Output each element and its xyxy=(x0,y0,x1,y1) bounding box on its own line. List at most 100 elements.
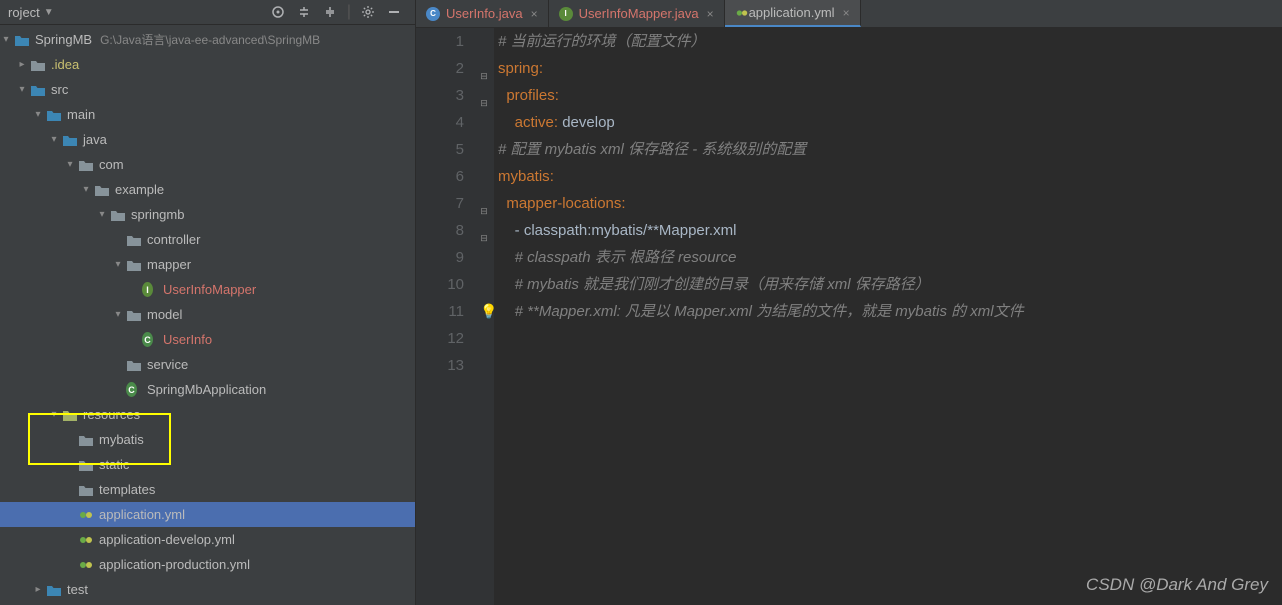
expand-arrow-icon[interactable]: ▾ xyxy=(80,184,92,195)
code-line[interactable]: spring: xyxy=(498,55,1282,82)
tree-label: mapper xyxy=(147,257,191,272)
tab-label: UserInfoMapper.java xyxy=(579,6,699,21)
file-icon xyxy=(126,357,142,373)
tree-row[interactable]: application-production.yml xyxy=(0,552,415,577)
expand-icon[interactable] xyxy=(297,5,311,19)
tree-row[interactable]: ▾com xyxy=(0,152,415,177)
tree-row[interactable]: ▾ springmb xyxy=(0,202,415,227)
tree-row[interactable]: templates xyxy=(0,477,415,502)
expand-arrow-icon[interactable]: ▾ xyxy=(64,159,76,170)
target-icon[interactable] xyxy=(271,5,285,19)
file-icon xyxy=(78,482,94,498)
tree-label: controller xyxy=(147,232,200,247)
tree-row[interactable]: service xyxy=(0,352,415,377)
expand-arrow-icon[interactable]: ▾ xyxy=(16,84,28,95)
tree-row[interactable]: ▾src xyxy=(0,77,415,102)
tree-label: model xyxy=(147,307,182,322)
tree-row[interactable]: ▾ resources xyxy=(0,402,415,427)
expand-arrow-icon[interactable]: ▸ xyxy=(16,59,28,70)
tree-label: UserInfo xyxy=(163,332,212,347)
tree-row[interactable]: ▾ model xyxy=(0,302,415,327)
file-icon xyxy=(78,507,94,523)
close-icon[interactable]: × xyxy=(843,6,850,20)
tree-row[interactable]: controller xyxy=(0,227,415,252)
tree-label: mybatis xyxy=(99,432,144,447)
code-line[interactable]: # 当前运行的环境（配置文件） xyxy=(498,28,1282,55)
tree-label: springmb xyxy=(131,207,184,222)
tree-row[interactable]: application.yml xyxy=(0,502,415,527)
tab-label: application.yml xyxy=(749,5,835,20)
expand-arrow-icon[interactable]: ▸ xyxy=(32,584,44,595)
editor-tab[interactable]: IUserInfoMapper.java× xyxy=(549,0,725,27)
file-icon xyxy=(62,132,78,148)
bulb-icon[interactable]: 💡 xyxy=(480,298,497,325)
close-icon[interactable]: × xyxy=(531,7,538,21)
gear-icon[interactable] xyxy=(361,5,375,19)
tree-row[interactable]: ▸.idea xyxy=(0,52,415,77)
file-icon xyxy=(126,307,142,323)
tree-row[interactable]: ▾ SpringMB G:\Java语言\java-ee-advanced\Spri… xyxy=(0,27,415,52)
editor-tab[interactable]: application.yml × xyxy=(725,0,861,27)
code-line[interactable]: profiles: xyxy=(498,82,1282,109)
code-line[interactable]: mapper-locations: xyxy=(498,190,1282,217)
file-icon xyxy=(62,407,78,423)
tree-row[interactable]: CUserInfo xyxy=(0,327,415,352)
code-line[interactable]: active: develop xyxy=(498,109,1282,136)
tree-label: example xyxy=(115,182,164,197)
file-icon xyxy=(30,57,46,73)
collapse-icon[interactable] xyxy=(323,5,337,19)
project-header: roject ▼ | xyxy=(0,0,415,25)
file-icon: C xyxy=(126,382,142,398)
code-line[interactable]: mybatis: xyxy=(498,163,1282,190)
tree-row[interactable]: CSpringMbApplication xyxy=(0,377,415,402)
expand-arrow-icon[interactable]: ▾ xyxy=(112,309,124,320)
tree-row[interactable]: ▾ example xyxy=(0,177,415,202)
code-line[interactable]: # 配置 mybatis xml 保存路径 - 系统级别的配置 xyxy=(498,136,1282,163)
file-icon xyxy=(126,232,142,248)
file-icon: I xyxy=(142,282,158,298)
code-editor[interactable]: 12345678910111213 ⊟⊟⊟⊟ # 当前运行的环境（配置文件）sp… xyxy=(416,28,1282,605)
tree-row[interactable]: ▾ java xyxy=(0,127,415,152)
project-tree[interactable]: ▾ SpringMB G:\Java语言\java-ee-advanced\Spri… xyxy=(0,25,415,605)
close-icon[interactable]: × xyxy=(707,7,714,21)
file-icon xyxy=(14,32,30,48)
file-icon xyxy=(110,207,126,223)
code-line[interactable]: # mybatis 就是我们刚才创建的目录（用来存储 xml 保存路径） xyxy=(498,271,1282,298)
expand-arrow-icon[interactable]: ▾ xyxy=(48,134,60,145)
chevron-down-icon[interactable]: ▼ xyxy=(44,7,54,18)
file-icon xyxy=(94,182,110,198)
file-icon xyxy=(46,107,62,123)
expand-arrow-icon[interactable]: ▾ xyxy=(96,209,108,220)
code-line[interactable]: 💡 # **Mapper.xml: 凡是以 Mapper.xml 为结尾的文件，… xyxy=(498,298,1282,325)
tree-row[interactable]: application-develop.yml xyxy=(0,527,415,552)
project-title: roject xyxy=(8,5,40,20)
file-icon xyxy=(46,582,62,598)
editor-area: CUserInfo.java×IUserInfoMapper.java×appl… xyxy=(416,0,1282,605)
tree-label: resources xyxy=(83,407,140,422)
tree-row[interactable]: ▾ main xyxy=(0,102,415,127)
tree-row[interactable]: ▾ mapper xyxy=(0,252,415,277)
tree-label: UserInfoMapper xyxy=(163,282,256,297)
file-icon xyxy=(78,157,94,173)
file-icon xyxy=(126,257,142,273)
code-line[interactable]: # classpath 表示 根路径 resource xyxy=(498,244,1282,271)
tree-label: SpringMB xyxy=(35,32,92,47)
editor-tab[interactable]: CUserInfo.java× xyxy=(416,0,549,27)
expand-arrow-icon[interactable]: ▾ xyxy=(0,34,12,45)
expand-arrow-icon[interactable]: ▾ xyxy=(112,259,124,270)
tree-label: java xyxy=(83,132,107,147)
tree-row[interactable]: ▸test xyxy=(0,577,415,602)
tree-label: main xyxy=(67,107,95,122)
tree-row[interactable]: mybatis xyxy=(0,427,415,452)
expand-arrow-icon[interactable]: ▾ xyxy=(48,409,60,420)
editor-tabs: CUserInfo.java×IUserInfoMapper.java×appl… xyxy=(416,0,1282,28)
code-line[interactable]: - classpath:mybatis/**Mapper.xml xyxy=(498,217,1282,244)
expand-arrow-icon[interactable]: ▾ xyxy=(32,109,44,120)
line-gutter: 12345678910111213 xyxy=(416,28,476,605)
tree-row[interactable]: static xyxy=(0,452,415,477)
file-icon xyxy=(78,432,94,448)
minimize-icon[interactable] xyxy=(387,11,401,14)
tree-row[interactable]: I UserInfoMapper xyxy=(0,277,415,302)
code-content[interactable]: # 当前运行的环境（配置文件）spring: profiles: active:… xyxy=(494,28,1282,605)
tree-path: G:\Java语言\java-ee-advanced\SpringMB xyxy=(100,31,320,48)
